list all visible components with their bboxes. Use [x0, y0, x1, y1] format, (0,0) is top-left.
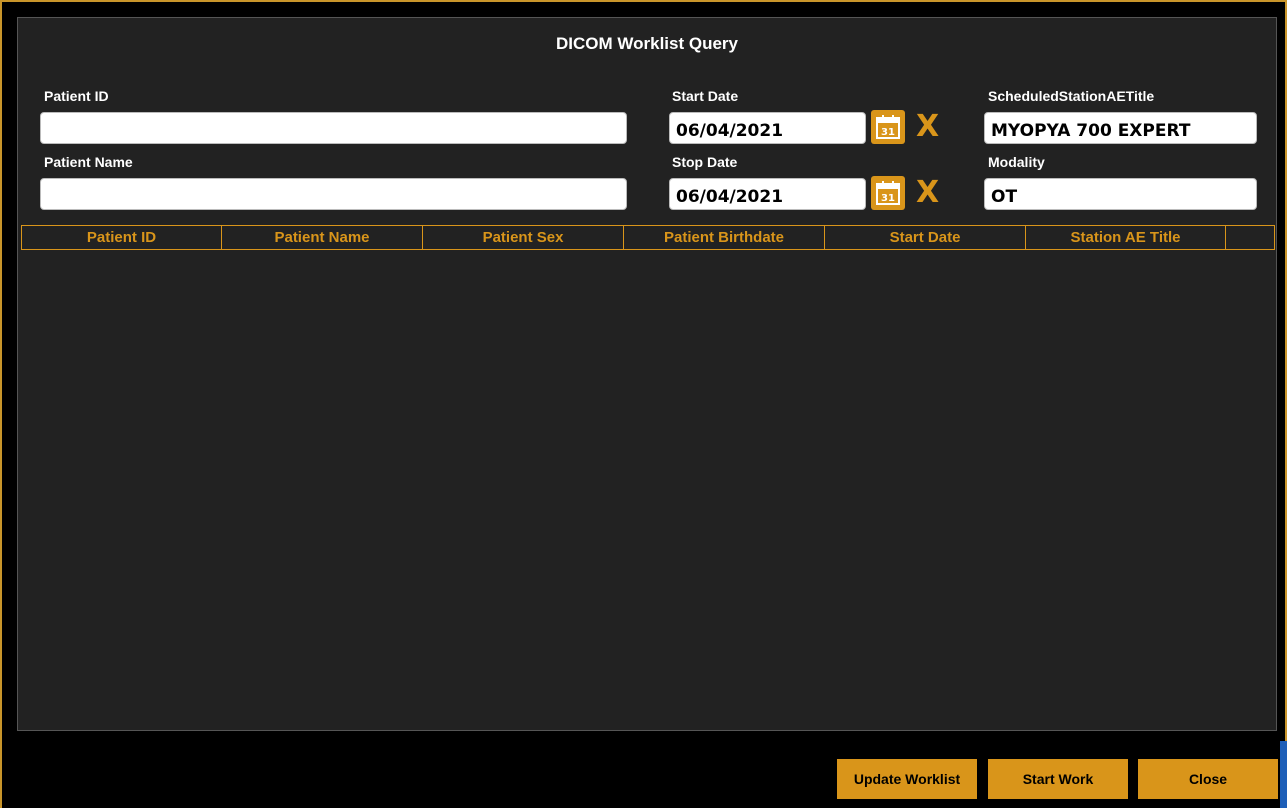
- start-date-calendar-button[interactable]: 31: [871, 110, 905, 144]
- svg-text:31: 31: [881, 127, 895, 138]
- station-ae-title-input[interactable]: [984, 112, 1257, 144]
- stop-date-calendar-button[interactable]: 31: [871, 176, 905, 210]
- column-header-station-ae-title[interactable]: Station AE Title: [1026, 226, 1226, 249]
- patient-id-label: Patient ID: [44, 88, 109, 104]
- close-button[interactable]: Close: [1138, 759, 1278, 799]
- column-header-patient-birthdate[interactable]: Patient Birthdate: [624, 226, 825, 249]
- query-panel: DICOM Worklist Query Patient ID Patient …: [17, 17, 1277, 731]
- window-edge-accent: [1280, 741, 1287, 808]
- stop-date-input[interactable]: [669, 178, 866, 210]
- start-date-label: Start Date: [672, 88, 739, 104]
- start-work-button[interactable]: Start Work: [988, 759, 1128, 799]
- column-header-patient-id[interactable]: Patient ID: [22, 226, 222, 249]
- column-header-start-date[interactable]: Start Date: [825, 226, 1026, 249]
- column-header-patient-name[interactable]: Patient Name: [222, 226, 423, 249]
- column-header-patient-sex[interactable]: Patient Sex: [423, 226, 624, 249]
- worklist-table-body[interactable]: [21, 250, 1275, 728]
- column-header-filler: [1226, 226, 1274, 249]
- modality-label: Modality: [988, 154, 1045, 170]
- patient-id-input[interactable]: [40, 112, 627, 144]
- patient-name-input[interactable]: [40, 178, 627, 210]
- window-title: DICOM Worklist Query: [556, 34, 738, 53]
- stop-date-clear-button[interactable]: X: [916, 176, 939, 210]
- update-worklist-button[interactable]: Update Worklist: [837, 759, 977, 799]
- calendar-icon: 31: [876, 115, 900, 139]
- worklist-window: DICOM Worklist Query Patient ID Patient …: [0, 0, 1287, 808]
- modality-input[interactable]: [984, 178, 1257, 210]
- station-ae-title-label: ScheduledStationAETitle: [988, 88, 1155, 104]
- start-date-input[interactable]: [669, 112, 866, 144]
- calendar-icon: 31: [876, 181, 900, 205]
- start-date-clear-button[interactable]: X: [916, 110, 939, 144]
- worklist-table-header: Patient ID Patient Name Patient Sex Pati…: [21, 225, 1275, 250]
- patient-name-label: Patient Name: [44, 154, 133, 170]
- svg-text:31: 31: [881, 193, 895, 204]
- stop-date-label: Stop Date: [672, 154, 738, 170]
